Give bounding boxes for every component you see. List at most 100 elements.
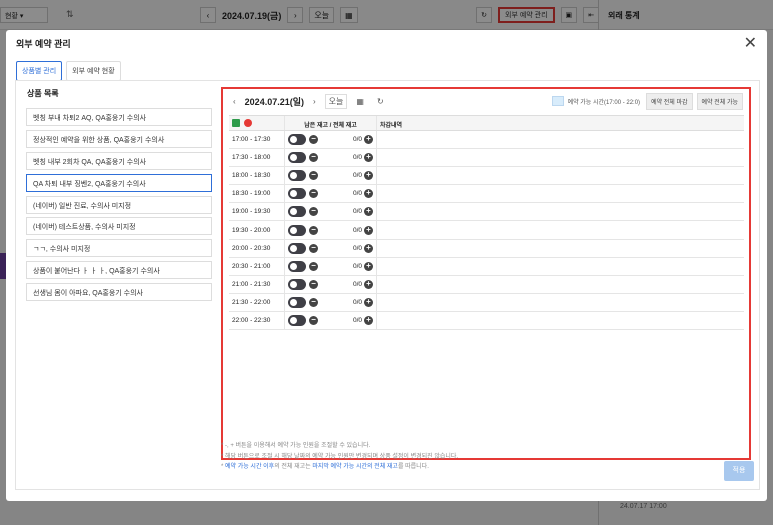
time-slot: 20:30 - 21:00 xyxy=(232,262,271,270)
schedule-today-button[interactable]: 오늘 xyxy=(324,93,348,109)
time-slot: 17:30 - 18:00 xyxy=(232,154,271,162)
help-note-3-highlight-2: 마지막 예약 가능 시간의 전체 재고 xyxy=(312,464,398,470)
product-item[interactable]: 벳칭 부내 차퇴2 AQ, QA홍웅기 수의사 xyxy=(26,108,212,126)
minus-icon[interactable]: − xyxy=(309,315,318,325)
schedule-row: 20:00 - 20:30 − 0/0 + xyxy=(229,239,744,258)
minus-icon[interactable]: − xyxy=(309,261,318,271)
availability-toggle[interactable] xyxy=(288,224,306,236)
availability-toggle[interactable] xyxy=(288,134,306,146)
help-note-3-highlight-1: 예약 가능 시간 이후 xyxy=(225,464,275,470)
stock-value: 0/0 xyxy=(352,136,362,144)
plus-icon[interactable]: + xyxy=(364,279,373,289)
stock-value: 0/0 xyxy=(352,190,362,198)
tab-external-status[interactable]: 외부 예약 현황 xyxy=(66,61,121,81)
availability-toggle[interactable] xyxy=(288,314,306,326)
schedule-table: 남은 재고 / 전체 재고 차감내역 17:00 - 17:30−0/0 +17:… xyxy=(229,115,744,331)
minus-icon[interactable]: − xyxy=(309,153,318,163)
stock-cell: − 0/0 + xyxy=(284,203,376,221)
stock-cell: − 0/0 + xyxy=(284,293,376,311)
minus-icon[interactable]: − xyxy=(309,207,318,217)
available-time-legend: 예약 가능 시간(17:00 - 22:0) xyxy=(567,99,641,106)
minus-icon[interactable]: − xyxy=(309,243,318,253)
schedule-next-icon[interactable]: › xyxy=(309,95,320,108)
help-note-3-mid: 의 전체 재고는 xyxy=(274,464,313,470)
minus-icon[interactable]: − xyxy=(309,135,318,145)
stock-value: 0/0 xyxy=(352,280,362,288)
schedule-actions: 예약 가능 시간(17:00 - 22:0) 예약 전체 마감 예약 전체 가능 xyxy=(551,92,743,110)
product-item-selected[interactable]: QA 차퇴 내부 징벤2, QA홍웅기 수의사 xyxy=(26,173,212,192)
plus-icon[interactable]: + xyxy=(364,153,373,163)
availability-toggle[interactable] xyxy=(288,296,306,308)
schedule-row: 17:00 - 17:30 − 0/0 + xyxy=(229,131,744,150)
time-slot: 17:00 - 17:30 xyxy=(232,136,271,144)
availability-toggle[interactable] xyxy=(288,278,306,290)
product-item[interactable]: 정상적인 예약을 위한 상품, QA홍웅기 수의사 xyxy=(26,129,212,148)
help-note-2: * 해당 버튼으로 조절 시 해당 날짜의 예약 가능 인원만 변경되며 상품 … xyxy=(221,453,459,460)
plus-icon[interactable]: + xyxy=(364,243,373,253)
stock-value: 0/0 xyxy=(352,298,362,306)
plus-icon[interactable]: + xyxy=(364,189,373,199)
plus-icon[interactable]: + xyxy=(364,225,373,235)
header-deduction-history: 차감내역 xyxy=(376,116,744,130)
minus-icon[interactable]: − xyxy=(309,297,318,307)
stock-value: 0/0 xyxy=(352,226,362,234)
close-all-button[interactable]: 예약 전체 마감 xyxy=(646,92,693,110)
product-item[interactable]: ㄱㄱ, 수의사 미지정 xyxy=(26,239,212,258)
plus-icon[interactable]: + xyxy=(364,135,373,145)
product-list: 상품 목록 벳칭 부내 차퇴2 AQ, QA홍웅기 수의사 정상적인 예약을 위… xyxy=(26,88,212,305)
plus-icon[interactable]: + xyxy=(364,207,373,217)
product-item[interactable]: (네이버) 일반 진료, 수의사 미지정 xyxy=(26,195,212,214)
deduction-history-cell xyxy=(376,239,744,257)
product-item[interactable]: 상품이 붙어난다 ㅏ ㅏ ㅏ, QA홍웅기 수의사 xyxy=(26,261,212,280)
help-notes: * -, + 버튼을 이용해서 예약 가능 인원을 조절할 수 있습니다. * … xyxy=(221,441,458,473)
deduction-history-cell xyxy=(376,185,744,203)
minus-icon[interactable]: − xyxy=(309,189,318,199)
product-item[interactable]: 벳칭 내부 2회차 QA, QA홍웅기 수의사 xyxy=(26,151,212,170)
availability-toggle[interactable] xyxy=(288,260,306,272)
external-reservation-modal: 외부 예약 관리 ✕ 상품별 관리 외부 예약 현황 상품 목록 벳칭 부내 차… xyxy=(6,30,767,501)
product-item[interactable]: (네이버) 테스트상품, 수의사 미지정 xyxy=(26,217,212,236)
product-item[interactable]: 선생님 몸이 아파요, QA홍웅기 수의사 xyxy=(26,283,212,302)
schedule-rows: 17:00 - 17:30−0/0 +17:30 - 18:00−0/0 +18:0… xyxy=(229,131,744,331)
tab-product-management[interactable]: 상품별 관리 xyxy=(16,61,63,81)
deduction-history-cell xyxy=(376,257,744,275)
minus-icon[interactable]: − xyxy=(309,171,318,181)
stock-cell: − 0/0 + xyxy=(284,185,376,203)
availability-toggle[interactable] xyxy=(288,170,306,182)
time-slot: 19:30 - 20:00 xyxy=(232,226,271,234)
availability-toggle[interactable] xyxy=(288,188,306,200)
header-icons xyxy=(229,116,284,130)
deduction-history-cell xyxy=(376,293,744,311)
minus-icon[interactable]: − xyxy=(309,225,318,235)
schedule-row: 21:00 - 21:30 − 0/0 + xyxy=(229,275,744,294)
apply-button[interactable]: 적용 xyxy=(724,461,754,481)
modal-content: 상품 목록 벳칭 부내 차퇴2 AQ, QA홍웅기 수의사 정상적인 예약을 위… xyxy=(15,80,760,490)
plus-icon[interactable]: + xyxy=(364,315,373,325)
stock-cell: − 0/0 + xyxy=(284,149,376,167)
schedule-panel: ‹ 2024.07.21(일) › 오늘 ▦ ↻ 예약 가능 시간(17:00 … xyxy=(221,87,751,460)
stock-cell: − 0/0 + xyxy=(284,167,376,185)
availability-toggle[interactable] xyxy=(288,152,306,164)
deduction-history-cell xyxy=(376,149,744,167)
modal-title: 외부 예약 관리 xyxy=(16,39,71,49)
open-all-button[interactable]: 예약 전체 가능 xyxy=(696,92,743,110)
schedule-row: 18:30 - 19:00 − 0/0 + xyxy=(229,185,744,204)
blocked-icon[interactable] xyxy=(244,119,252,127)
plus-icon[interactable]: + xyxy=(364,171,373,181)
stock-value: 0/0 xyxy=(352,172,362,180)
availability-toggle[interactable] xyxy=(288,206,306,218)
schedule-row: 19:00 - 19:30 − 0/0 + xyxy=(229,203,744,222)
availability-toggle[interactable] xyxy=(288,242,306,254)
plus-icon[interactable]: + xyxy=(364,261,373,271)
schedule-calendar-icon[interactable]: ▦ xyxy=(352,95,368,108)
available-icon[interactable] xyxy=(232,119,240,127)
plus-icon[interactable]: + xyxy=(364,297,373,307)
close-icon[interactable]: ✕ xyxy=(744,33,757,53)
minus-icon[interactable]: − xyxy=(309,279,318,289)
schedule-refresh-icon[interactable]: ↻ xyxy=(373,95,388,108)
schedule-prev-icon[interactable]: ‹ xyxy=(229,95,240,108)
stock-value: 0/0 xyxy=(352,208,362,216)
stock-value: 0/0 xyxy=(352,316,362,324)
schedule-date: 2024.07.21(일) xyxy=(244,96,304,107)
deduction-history-cell xyxy=(376,167,744,185)
